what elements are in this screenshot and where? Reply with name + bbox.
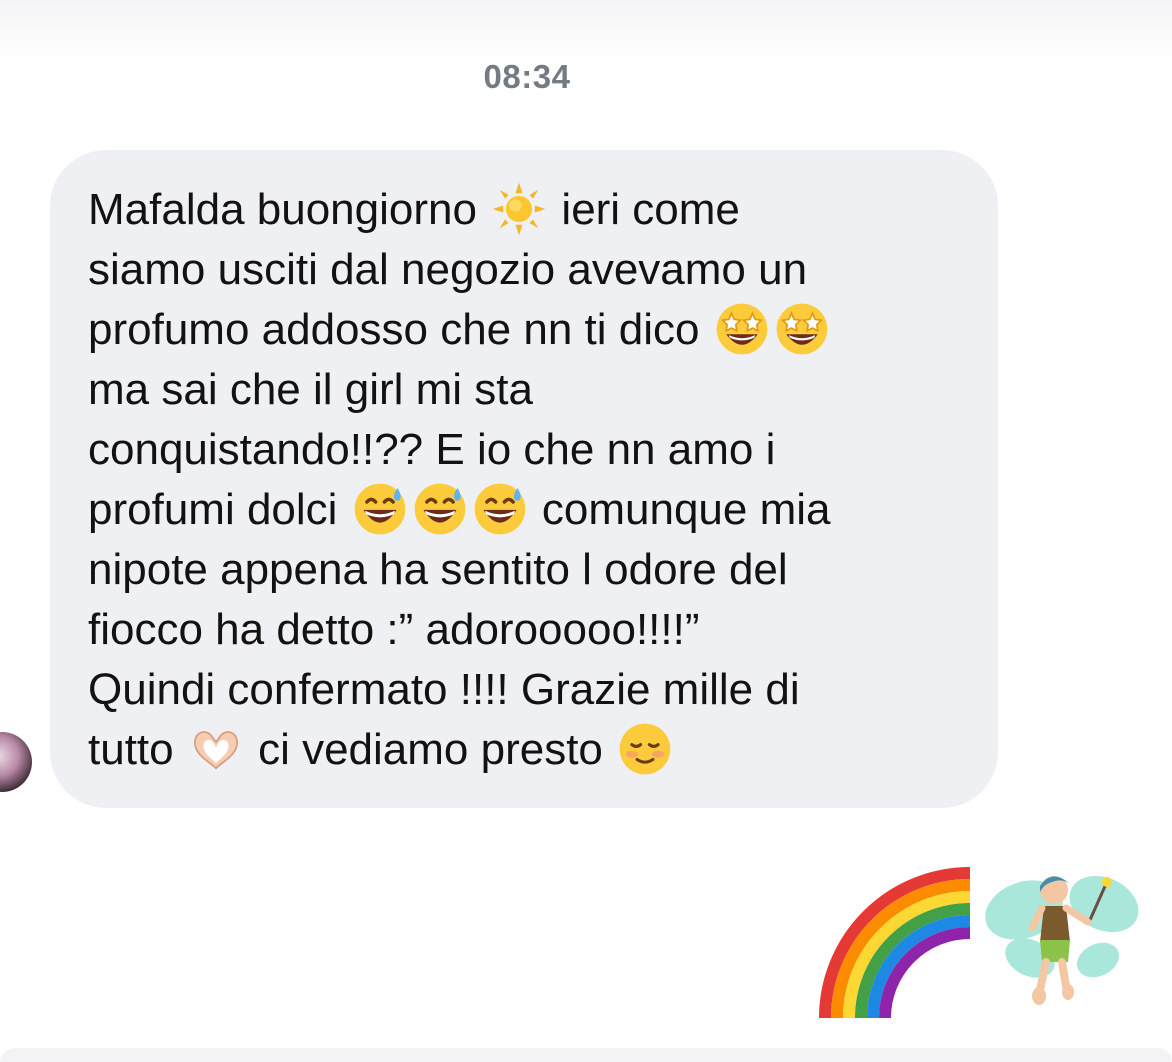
header-fade <box>0 0 1172 60</box>
message-line: conquistando!!?? E io che nn amo i <box>88 425 776 474</box>
message-line: Mafalda buongiorno ieri come <box>88 180 968 240</box>
star-struck-icon <box>716 304 768 355</box>
smiling-face-icon <box>619 724 671 775</box>
contact-avatar[interactable] <box>0 732 32 792</box>
message-line: siamo usciti dal negozio avevamo un <box>88 245 808 294</box>
grinning-sweat-icon <box>474 484 526 535</box>
sun-icon <box>492 183 546 236</box>
incoming-message-bubble[interactable]: Mafalda buongiorno ieri come siamo uscit… <box>50 150 998 808</box>
message-composer-edge <box>0 1048 1172 1062</box>
message-line: ma sai che il girl mi sta <box>88 365 534 414</box>
grinning-sweat-icon <box>354 484 406 535</box>
star-struck-icon <box>776 304 828 355</box>
outgoing-emoji-message[interactable] <box>810 860 1150 1020</box>
message-line: tutto ci vediamo presto <box>88 720 968 780</box>
message-line: profumi dolci comunque mia <box>88 480 968 540</box>
rainbow-icon <box>819 867 971 1019</box>
fairy-icon <box>985 875 1139 1005</box>
message-timestamp: 08:34 <box>483 58 571 95</box>
message-line: nipote appena ha sentito l odore del <box>88 545 788 594</box>
grinning-sweat-icon <box>414 484 466 535</box>
heart-hands-icon <box>193 731 238 770</box>
message-line: profumo addosso che nn ti dico <box>88 300 968 360</box>
message-line: Quindi confermato !!!! Grazie mille di <box>88 665 800 714</box>
message-line: fiocco ha detto :” adorooooo!!!!” <box>88 605 700 654</box>
